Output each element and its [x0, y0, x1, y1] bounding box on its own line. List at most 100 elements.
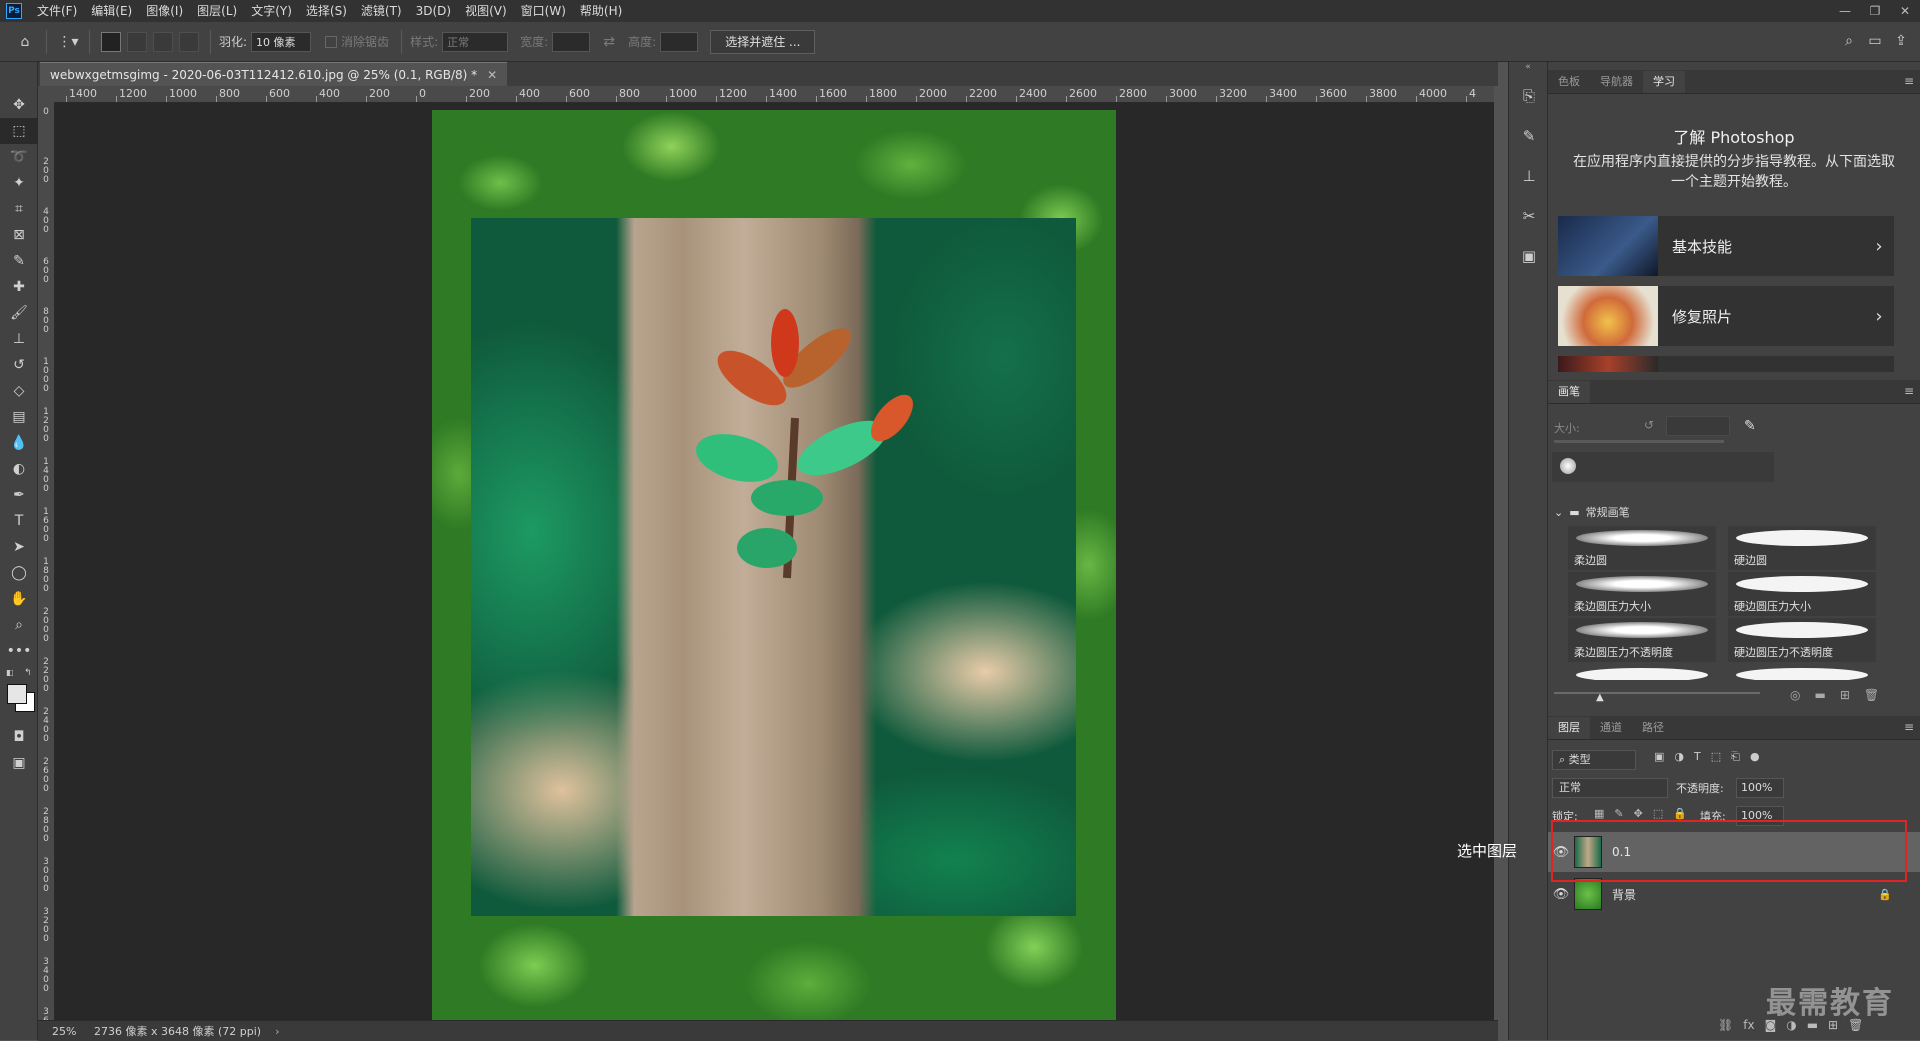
quick-mask-icon[interactable]: ◘: [0, 724, 38, 750]
recent-brushes[interactable]: [1552, 452, 1774, 482]
crop-tool-icon[interactable]: ⌗: [0, 196, 38, 222]
close-icon[interactable]: ✕: [1890, 0, 1920, 22]
tab-brushes[interactable]: 画笔: [1548, 381, 1590, 403]
marquee-tool-preset-icon[interactable]: ⋮▾: [55, 29, 81, 55]
style-select[interactable]: 正常: [442, 31, 509, 52]
delete-brush-icon[interactable]: 🗑: [1864, 688, 1879, 702]
feather-input[interactable]: 10 像素: [251, 31, 312, 52]
brush-preview-size-slider[interactable]: [1554, 692, 1760, 694]
ruler-origin[interactable]: [38, 86, 54, 102]
panel-menu-icon[interactable]: ≡: [1904, 384, 1914, 398]
filter-smart-object-icon[interactable]: ⎗: [1731, 750, 1740, 764]
path-selection-tool-icon[interactable]: ➤: [0, 534, 38, 560]
clone-source-icon[interactable]: ⊥: [1509, 156, 1549, 196]
status-expand-icon[interactable]: ›: [275, 1025, 279, 1038]
brush-group-general[interactable]: ⌄ ▬ 常规画笔: [1554, 504, 1630, 520]
tab-learn[interactable]: 学习: [1643, 71, 1685, 93]
menu-view[interactable]: 视图(V): [458, 0, 514, 22]
filter-pixel-icon[interactable]: ▣: [1654, 750, 1664, 764]
brush-edit-icon[interactable]: ✎: [1744, 418, 1756, 434]
brush-hard-round[interactable]: 硬边圆: [1728, 526, 1876, 570]
tab-paths[interactable]: 路径: [1632, 717, 1674, 739]
workspace-icon[interactable]: ▭: [1862, 28, 1888, 54]
menu-help[interactable]: 帮助(H): [573, 0, 629, 22]
blur-tool-icon[interactable]: 💧: [0, 430, 38, 456]
collapse-icon[interactable]: «: [1509, 62, 1547, 76]
foreground-color-swatch[interactable]: [7, 684, 27, 704]
menu-file[interactable]: 文件(F): [30, 0, 84, 22]
tutorial-partial[interactable]: [1558, 356, 1894, 372]
ellipse-tool-icon[interactable]: ◯: [0, 560, 38, 586]
search-icon[interactable]: ⌕: [1836, 28, 1862, 54]
history-brush-tool-icon[interactable]: ↺: [0, 352, 38, 378]
menu-layer[interactable]: 图层(L): [190, 0, 244, 22]
new-selection-icon[interactable]: [101, 31, 121, 52]
layer-filter-select[interactable]: ⌕ 类型: [1552, 750, 1636, 770]
panel-menu-icon[interactable]: ≡: [1904, 720, 1914, 734]
home-icon[interactable]: ⌂: [12, 29, 38, 55]
brush-hard-round-pressure-size[interactable]: 硬边圆压力大小: [1728, 572, 1876, 616]
brush-row-partial[interactable]: [1568, 666, 1876, 680]
canvas-area[interactable]: [55, 103, 1494, 1020]
tutorial-basic-skills[interactable]: 基本技能 ›: [1558, 216, 1894, 276]
zoom-level[interactable]: 25%: [52, 1025, 92, 1038]
lock-position-icon[interactable]: ✥: [1634, 807, 1643, 820]
subtract-selection-icon[interactable]: [153, 31, 173, 52]
magic-wand-tool-icon[interactable]: ✦: [0, 170, 38, 196]
width-input[interactable]: [552, 31, 591, 52]
lock-all-icon[interactable]: 🔒: [1673, 807, 1687, 820]
history-panel-icon[interactable]: ⎘: [1509, 76, 1549, 116]
gradient-tool-icon[interactable]: ▤: [0, 404, 38, 430]
tutorial-fix-photos[interactable]: 修复照片 ›: [1558, 286, 1894, 346]
document-tab[interactable]: webwxgetmsgimg - 2020-06-03T112412.610.j…: [40, 62, 508, 87]
visibility-eye-icon[interactable]: 👁: [1548, 887, 1574, 902]
horizontal-ruler[interactable]: 1400 1200 1000 800 600 400 200 0 200 400 600 800 100…: [54, 86, 1494, 103]
panel-menu-icon[interactable]: ≡: [1904, 74, 1914, 88]
toggle-preview-icon[interactable]: ◎: [1790, 688, 1800, 702]
menu-type[interactable]: 文字(Y): [244, 0, 299, 22]
libraries-icon[interactable]: ▣: [1509, 236, 1549, 276]
restore-icon[interactable]: ❐: [1860, 0, 1890, 22]
minimize-icon[interactable]: —: [1830, 0, 1860, 22]
filter-adjustment-icon[interactable]: ◑: [1674, 750, 1684, 764]
move-tool-icon[interactable]: ✥: [0, 92, 38, 118]
link-layers-icon[interactable]: ⛓: [1718, 1018, 1733, 1032]
hand-tool-icon[interactable]: ✋: [0, 586, 38, 612]
menu-window[interactable]: 窗口(W): [514, 0, 573, 22]
intersect-selection-icon[interactable]: [179, 31, 199, 52]
tool-presets-icon[interactable]: ✂: [1509, 196, 1549, 236]
new-brush-icon[interactable]: ⊞: [1840, 688, 1850, 702]
height-input[interactable]: [660, 31, 699, 52]
lock-pixels-icon[interactable]: ✎: [1614, 807, 1623, 820]
add-selection-icon[interactable]: [127, 31, 147, 52]
filter-shape-icon[interactable]: ⬚: [1711, 750, 1721, 764]
brush-settings-icon[interactable]: ✎: [1509, 116, 1549, 156]
brush-tool-icon[interactable]: 🖌: [0, 300, 38, 326]
eraser-tool-icon[interactable]: ◇: [0, 378, 38, 404]
default-colors-icon[interactable]: ◧: [6, 668, 14, 677]
brush-soft-round[interactable]: 柔边圆: [1568, 526, 1716, 570]
healing-brush-tool-icon[interactable]: ✚: [0, 274, 38, 300]
tab-navigator[interactable]: 导航器: [1590, 71, 1643, 93]
eyedropper-tool-icon[interactable]: ✎: [0, 248, 38, 274]
swap-dimensions-icon[interactable]: ⇄: [596, 29, 622, 55]
opacity-input[interactable]: 100%: [1736, 778, 1784, 798]
zoom-tool-icon[interactable]: ⌕: [0, 612, 38, 638]
filter-toggle-icon[interactable]: ●: [1750, 750, 1760, 764]
close-tab-icon[interactable]: ✕: [487, 63, 497, 87]
tab-layers[interactable]: 图层: [1548, 717, 1590, 739]
menu-image[interactable]: 图像(I): [139, 0, 190, 22]
screen-mode-icon[interactable]: ▣: [0, 750, 38, 776]
layer-name[interactable]: 背景: [1612, 886, 1878, 903]
menu-3d[interactable]: 3D(D): [409, 0, 458, 22]
tab-swatches[interactable]: 色板: [1548, 71, 1590, 93]
frame-tool-icon[interactable]: ⊠: [0, 222, 38, 248]
lock-transparency-icon[interactable]: ▦: [1594, 807, 1604, 820]
lock-artboard-icon[interactable]: ⬚: [1653, 807, 1663, 820]
brush-size-input[interactable]: [1666, 416, 1730, 436]
antialias-checkbox[interactable]: [325, 35, 338, 48]
vertical-ruler[interactable]: 0 200 400 600 800 1000 1200 1400 1600 1800 2000 220…: [38, 102, 55, 1020]
menu-edit[interactable]: 编辑(E): [84, 0, 139, 22]
brush-soft-round-pressure-size[interactable]: 柔边圆压力大小: [1568, 572, 1716, 616]
filter-type-icon[interactable]: T: [1694, 750, 1701, 764]
